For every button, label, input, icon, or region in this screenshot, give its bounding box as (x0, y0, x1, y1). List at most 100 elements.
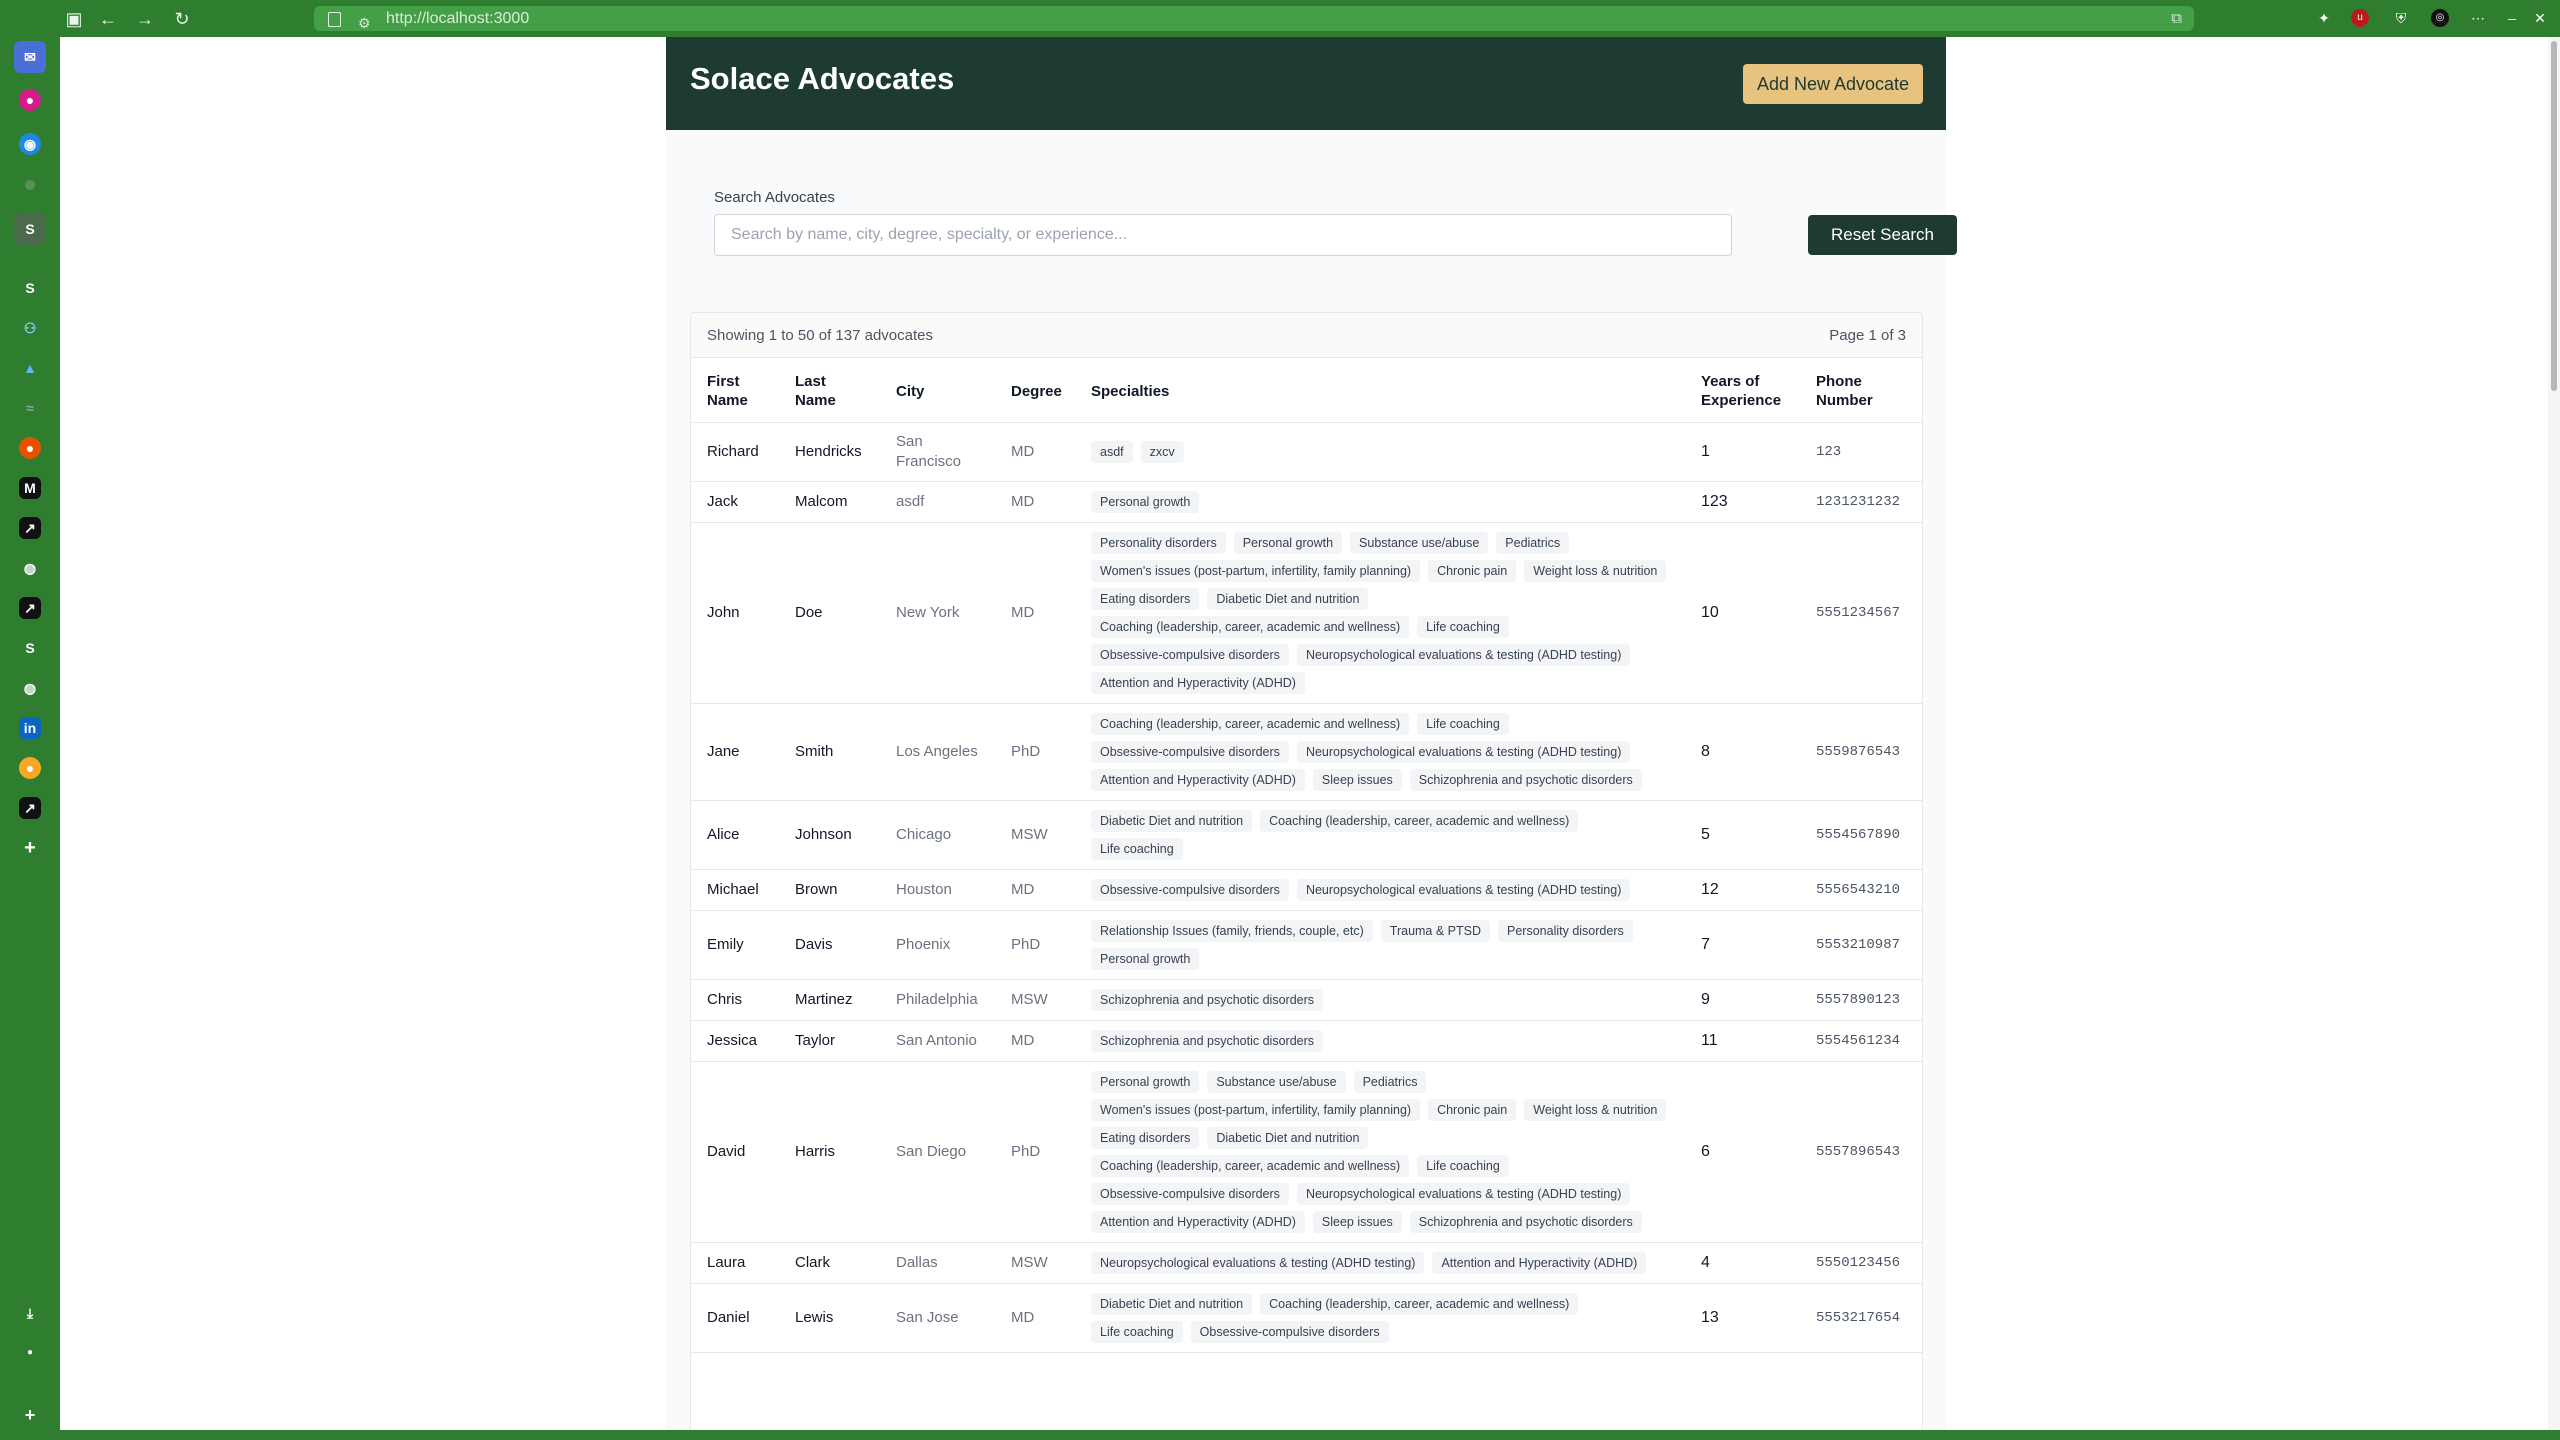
specialty-tag: zxcv (1140, 441, 1184, 463)
specialty-tag: Schizophrenia and psychotic disorders (1091, 989, 1324, 1011)
app-header: Solace Advocates Add New Advocate (666, 37, 1946, 130)
specialty-tag: Diabetic Diet and nutrition (1091, 1293, 1253, 1315)
last-name-cell: Brown (779, 869, 880, 911)
specialty-tag: Pediatrics (1496, 532, 1570, 554)
first-name-cell: Jane (691, 703, 779, 801)
city-cell: San Jose (880, 1283, 995, 1353)
specialties-cell: Obsessive-compulsive disorders Neuropsych… (1075, 869, 1685, 911)
extension-circle-icon[interactable]: ◎ (2431, 9, 2449, 27)
orange-app-icon[interactable]: ● (19, 437, 41, 459)
app-s-icon[interactable]: S (14, 213, 46, 245)
years-cell: 123 (1685, 481, 1800, 523)
browser-sidebar: ✉ ● ◉ S S ⚇ ▲ ≈ ● M ↗ ◍ ↗ S ◍ in ● ↗ + ⤓… (0, 37, 60, 1440)
phone-cell: 5559876543 (1800, 703, 1922, 801)
linkedin-icon[interactable]: in (19, 717, 41, 739)
column-header-specialties[interactable]: Specialties (1075, 358, 1685, 423)
city-cell: Phoenix (880, 910, 995, 980)
column-header-years[interactable]: Years of Experience (1685, 358, 1800, 423)
messenger-icon[interactable]: ● (19, 89, 41, 111)
specialty-tag: Neuropsychological evaluations & testing… (1296, 741, 1631, 763)
specialty-tag: Obsessive-compulsive disorders (1091, 741, 1289, 763)
specialty-tag: Life coaching (1417, 713, 1509, 735)
github-icon[interactable]: ◍ (19, 557, 41, 579)
years-cell: 9 (1685, 979, 1800, 1021)
reload-icon[interactable]: ↻ (172, 9, 192, 29)
page-scrollbar[interactable] (2548, 37, 2560, 1430)
github-icon-2[interactable]: ◍ (19, 677, 41, 699)
table-summary-bar: Showing 1 to 50 of 137 advocates Page 1 … (691, 313, 1922, 358)
specialty-tag: Neuropsychological evaluations & testing… (1091, 1252, 1425, 1274)
s-icon[interactable]: S (19, 277, 41, 299)
results-count: Showing 1 to 50 of 137 advocates (707, 327, 933, 344)
specialty-tag: Substance use/abuse (1207, 1071, 1346, 1093)
s-icon-2[interactable]: S (19, 637, 41, 659)
specialty-tag: Women's issues (post-partum, infertility… (1091, 560, 1421, 582)
chat-icon[interactable]: ◉ (19, 133, 41, 155)
phone-cell: 1231231232 (1800, 481, 1922, 523)
back-icon[interactable]: ← (98, 9, 118, 29)
specialty-tags: Diabetic Diet and nutrition Coaching (lea… (1091, 1293, 1669, 1343)
specialty-tag: Diabetic Diet and nutrition (1207, 1127, 1369, 1149)
close-window-icon[interactable]: ✕ (2531, 9, 2549, 27)
add-icon[interactable]: + (19, 1404, 41, 1426)
sidebar-toggle-icon[interactable]: ▣ (64, 9, 84, 29)
specialty-tag: Neuropsychological evaluations & testing… (1296, 1183, 1631, 1205)
mail-icon[interactable]: ✉ (14, 41, 46, 73)
specialty-tag: Relationship Issues (family, friends, co… (1091, 920, 1373, 942)
settings-dot-icon[interactable]: ● (19, 1342, 41, 1364)
add-panel-icon[interactable]: + (19, 837, 41, 859)
address-bar[interactable]: ⚙ http://localhost:3000 ⧉ (314, 6, 2194, 31)
specialty-tags: Neuropsychological evaluations & testing… (1091, 1252, 1669, 1274)
chart-icon-3[interactable]: ↗ (19, 797, 41, 819)
site-settings-icon[interactable]: ⚙ (358, 11, 371, 36)
minimize-icon[interactable]: – (2503, 9, 2521, 27)
first-name-cell: Richard (691, 422, 779, 482)
phone-cell: 123 (1800, 422, 1922, 482)
chart-icon-2[interactable]: ↗ (19, 597, 41, 619)
years-cell: 7 (1685, 910, 1800, 980)
advocates-table: First Name Last Name City Degree Special… (691, 358, 1922, 1353)
status-dot-icon[interactable] (25, 180, 35, 190)
specialties-cell: Diabetic Diet and nutrition Coaching (lea… (1075, 1283, 1685, 1353)
specialties-cell: Personal growth Substance use/abuse Pediat… (1075, 1061, 1685, 1243)
reset-search-button[interactable]: Reset Search (1808, 215, 1957, 255)
search-input[interactable] (714, 214, 1732, 256)
url-text: http://localhost:3000 (386, 10, 530, 27)
specialty-tag: Neuropsychological evaluations & testing… (1296, 644, 1631, 666)
chart-icon[interactable]: ↗ (19, 517, 41, 539)
ublock-icon[interactable]: u (2351, 9, 2369, 27)
specialty-tag: Personal growth (1091, 948, 1200, 970)
download-icon[interactable]: ⤓ (19, 1302, 41, 1324)
people-icon[interactable]: ⚇ (19, 317, 41, 339)
browser-toolbar: ▣ ← → ↻ ⚙ http://localhost:3000 ⧉ ✦ u ⛨ … (0, 0, 2560, 37)
add-advocate-button[interactable]: Add New Advocate (1743, 64, 1923, 104)
specialty-tags: asdf zxcv (1091, 441, 1669, 463)
first-name-cell: Chris (691, 979, 779, 1021)
specialties-cell: Schizophrenia and psychotic disorders (1075, 1020, 1685, 1062)
extension-puzzle-icon[interactable]: ✦ (2315, 9, 2333, 27)
last-name-cell: Lewis (779, 1283, 880, 1353)
column-header-last-name[interactable]: Last Name (779, 358, 880, 423)
chrome-icon[interactable]: ● (19, 757, 41, 779)
column-header-degree[interactable]: Degree (995, 358, 1075, 423)
specialty-tag: Attention and Hyperactivity (ADHD) (1091, 769, 1305, 791)
degree-cell: MD (995, 1283, 1075, 1353)
m-icon[interactable]: M (19, 477, 41, 499)
table-row: David Harris San Diego PhD Personal growth Su… (691, 1061, 1922, 1243)
copy-link-icon[interactable]: ⧉ (2171, 6, 2182, 31)
wave-icon[interactable]: ≈ (19, 397, 41, 419)
table-row: Jack Malcom asdf MD Personal growth 123 123123… (691, 481, 1922, 523)
years-cell: 5 (1685, 800, 1800, 870)
column-header-city[interactable]: City (880, 358, 995, 423)
scrollbar-thumb[interactable] (2551, 41, 2557, 391)
forward-icon[interactable]: → (135, 9, 155, 29)
column-header-first-name[interactable]: First Name (691, 358, 779, 423)
column-header-phone[interactable]: Phone Number (1800, 358, 1922, 423)
years-cell: 13 (1685, 1283, 1800, 1353)
triangle-icon[interactable]: ▲ (19, 357, 41, 379)
specialty-tag: Life coaching (1091, 838, 1183, 860)
degree-cell: MD (995, 869, 1075, 911)
city-cell: asdf (880, 481, 995, 523)
shield-icon[interactable]: ⛨ (2392, 9, 2410, 27)
more-menu-icon[interactable]: ⋯ (2469, 9, 2487, 27)
